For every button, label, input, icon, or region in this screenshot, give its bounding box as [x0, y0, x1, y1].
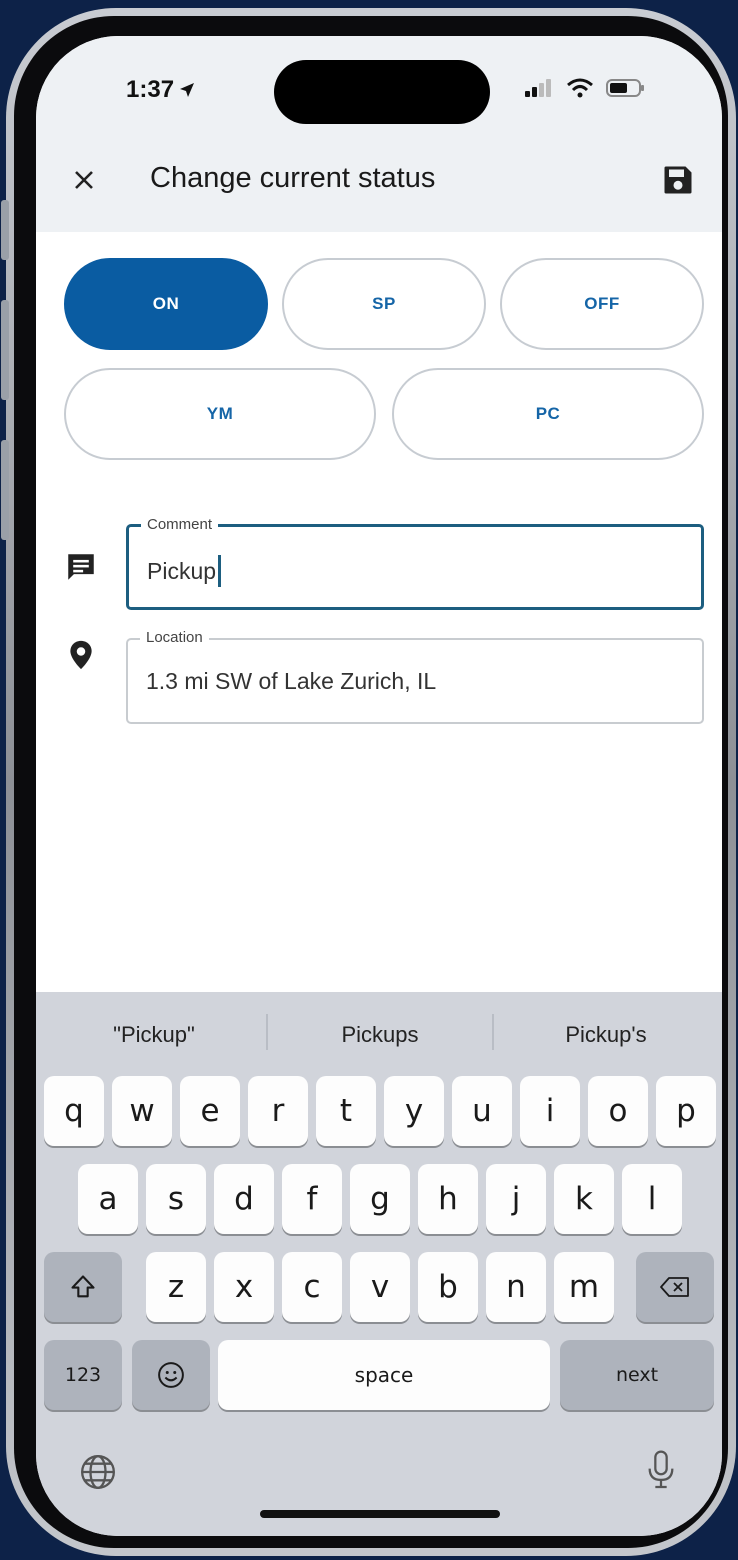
key-c[interactable]: c [282, 1252, 342, 1322]
status-off-button[interactable]: OFF [500, 258, 704, 350]
status-on-button[interactable]: ON [64, 258, 268, 350]
text-caret [218, 555, 222, 587]
key-m[interactable]: m [554, 1252, 614, 1322]
status-pc-button[interactable]: PC [392, 368, 704, 460]
shift-key[interactable] [44, 1252, 122, 1322]
key-e[interactable]: e [180, 1076, 240, 1146]
key-d[interactable]: d [214, 1164, 274, 1234]
key-a[interactable]: a [78, 1164, 138, 1234]
key-i[interactable]: i [520, 1076, 580, 1146]
key-b[interactable]: b [418, 1252, 478, 1322]
dynamic-island [274, 60, 490, 124]
key-r[interactable]: r [248, 1076, 308, 1146]
key-x[interactable]: x [214, 1252, 274, 1322]
save-icon [664, 166, 692, 194]
status-icons [524, 78, 646, 98]
comment-input-value: Pickup [147, 557, 217, 584]
key-l[interactable]: l [622, 1164, 682, 1234]
key-q[interactable]: q [44, 1076, 104, 1146]
microphone-icon[interactable] [644, 1448, 678, 1492]
key-o[interactable]: o [588, 1076, 648, 1146]
screen: 1:37 Change current status ON SP OFF YM … [36, 36, 722, 1536]
suggestion-2[interactable]: Pickups [280, 1022, 480, 1048]
battery-icon [606, 79, 644, 97]
key-z[interactable]: z [146, 1252, 206, 1322]
key-f[interactable]: f [282, 1164, 342, 1234]
suggestion-divider [266, 1014, 268, 1050]
location-input-value: 1.3 mi SW of Lake Zurich, IL [146, 668, 437, 694]
key-h[interactable]: h [418, 1164, 478, 1234]
keyboard: "Pickup" Pickups Pickup's q w e r t y u … [36, 992, 722, 1536]
backspace-key[interactable] [636, 1252, 714, 1322]
app-header: 1:37 Change current status [36, 36, 722, 232]
numbers-key[interactable]: 123 [44, 1340, 122, 1410]
key-s[interactable]: s [146, 1164, 206, 1234]
key-y[interactable]: y [384, 1076, 444, 1146]
space-key[interactable]: space [218, 1340, 550, 1410]
wifi-icon [567, 78, 593, 98]
comment-icon [68, 554, 94, 580]
suggestion-1[interactable]: "Pickup" [54, 1022, 254, 1048]
emoji-icon [158, 1362, 184, 1388]
volume-up-button [1, 300, 9, 400]
status-time: 1:37 [126, 76, 196, 104]
suggestion-3[interactable]: Pickup's [506, 1022, 706, 1048]
key-k[interactable]: k [554, 1164, 614, 1234]
close-icon [75, 171, 93, 189]
location-value-wrap: 1.3 mi SW of Lake Zurich, IL [146, 668, 436, 695]
status-sp-button[interactable]: SP [282, 258, 486, 350]
suggestion-divider [492, 1014, 494, 1050]
location-label: Location [140, 629, 209, 646]
key-n[interactable]: n [486, 1252, 546, 1322]
close-button[interactable] [64, 160, 104, 200]
signal-icon [525, 79, 551, 97]
comment-value-wrap: Pickup [147, 555, 222, 587]
backspace-icon [660, 1277, 689, 1297]
key-w[interactable]: w [112, 1076, 172, 1146]
key-v[interactable]: v [350, 1252, 410, 1322]
location-arrow-icon [180, 83, 195, 97]
shift-icon [71, 1275, 95, 1298]
save-button[interactable] [660, 162, 696, 198]
status-ym-button[interactable]: YM [64, 368, 376, 460]
page-title: Change current status [150, 162, 436, 194]
comment-label: Comment [141, 516, 219, 533]
globe-icon[interactable] [78, 1452, 118, 1492]
key-u[interactable]: u [452, 1076, 512, 1146]
key-p[interactable]: p [656, 1076, 716, 1146]
comment-field[interactable]: Comment Pickup [126, 516, 704, 610]
key-t[interactable]: t [316, 1076, 376, 1146]
location-pin-icon [70, 640, 92, 670]
action-button [1, 200, 9, 260]
clock: 1:37 [126, 76, 175, 103]
location-field[interactable]: Location 1.3 mi SW of Lake Zurich, IL [126, 629, 704, 724]
next-key[interactable]: next [560, 1340, 714, 1410]
home-indicator[interactable] [260, 1510, 500, 1518]
key-j[interactable]: j [486, 1164, 546, 1234]
volume-down-button [1, 440, 9, 540]
key-g[interactable]: g [350, 1164, 410, 1234]
emoji-key[interactable] [132, 1340, 210, 1410]
